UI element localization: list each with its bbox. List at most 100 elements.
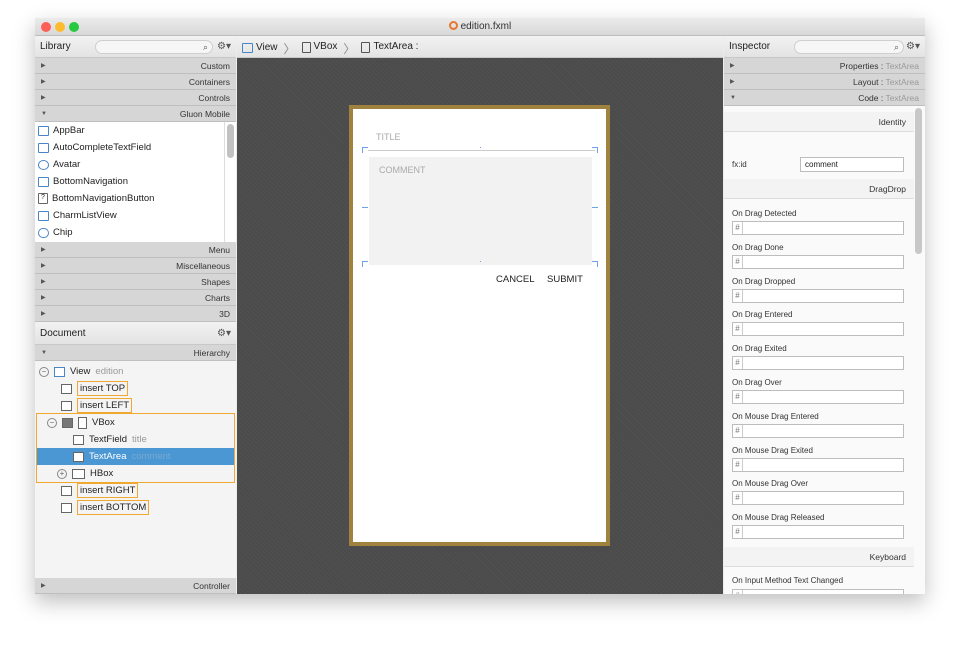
insert-slot-icon [61, 400, 72, 411]
library-item[interactable]: AutoCompleteTextField [38, 139, 151, 156]
event-handler-input[interactable]: # [732, 589, 904, 594]
library-section-charts[interactable]: ▶ Charts [35, 290, 236, 306]
library-item[interactable]: ? BottomNavigationButton [38, 190, 154, 207]
tree-item[interactable]: insert LEFT [61, 397, 133, 414]
gear-menu-icon[interactable]: ⚙▾ [217, 36, 231, 58]
gear-menu-icon[interactable]: ⚙▾ [217, 322, 231, 345]
library-section-3d[interactable]: ▶ 3D [35, 306, 236, 322]
resize-handle[interactable] [480, 261, 481, 267]
controller-section[interactable]: ▶ Controller [35, 578, 236, 594]
section-label: Menu [208, 245, 230, 255]
cancel-button[interactable]: CANCEL [496, 274, 535, 285]
library-section-custom[interactable]: ▶ Custom [35, 58, 236, 74]
library-section-shapes[interactable]: ▶ Shapes [35, 274, 236, 290]
section-label: Miscellaneous [176, 261, 230, 271]
hierarchy-label: Hierarchy [193, 348, 230, 358]
triangle-right-icon: ▶ [41, 295, 46, 301]
event-handler-input[interactable]: # [732, 322, 904, 337]
expand-icon[interactable]: + [57, 468, 67, 479]
event-handler-input[interactable]: # [732, 254, 904, 269]
question-icon: ? [38, 193, 48, 204]
tree-item[interactable]: insert TOP [61, 380, 129, 397]
resize-handle[interactable] [362, 147, 368, 153]
event-handler-input[interactable]: # [732, 525, 904, 540]
inspector-section-properties[interactable]: ▶ Properties : TextArea [724, 58, 925, 74]
minimize-button[interactable] [55, 22, 65, 32]
event-handler-input[interactable]: # [732, 288, 904, 303]
inspector-search-input[interactable]: ⌕ [794, 40, 904, 54]
event-handler-input[interactable]: # [732, 390, 904, 404]
resize-handle[interactable] [480, 147, 481, 153]
library-item[interactable]: AppBar [38, 122, 85, 139]
bottom-navigation-icon [38, 176, 49, 187]
library-item-label: CharmListView [53, 210, 117, 221]
event-label: On Drag Entered [732, 310, 793, 320]
library-section-containers[interactable]: ▶ Containers [35, 74, 236, 90]
breadcrumb: View 〉 VBox 〉 TextArea : [237, 36, 723, 58]
breadcrumb-item[interactable]: View [242, 37, 278, 59]
event-label: On Mouse Drag Over [732, 479, 809, 489]
tree-item[interactable]: − VBox [47, 414, 115, 431]
event-label: On Input Method Text Changed [732, 576, 844, 585]
tree-item[interactable]: TextArea comment [73, 448, 171, 465]
event-label: On Drag Done [732, 242, 784, 252]
section-target: TextArea [885, 93, 919, 103]
tree-item[interactable]: + HBox [57, 465, 113, 482]
hash-prefix: # [733, 391, 743, 403]
inspector-section-layout[interactable]: ▶ Layout : TextArea [724, 74, 925, 90]
library-scrollbar[interactable] [227, 124, 234, 158]
submit-button[interactable]: SUBMIT [547, 274, 583, 285]
inspector-title: Inspector [729, 41, 771, 52]
fxid-input[interactable]: comment [800, 157, 904, 172]
tree-item[interactable]: − View edition [39, 363, 123, 380]
library-section-miscellaneous[interactable]: ▶ Miscellaneous [35, 258, 236, 274]
view-icon [242, 42, 253, 53]
tree-item-label: insert RIGHT [77, 483, 139, 498]
inspector-scrollbar[interactable] [915, 108, 922, 254]
library-item[interactable]: Avatar [38, 156, 80, 173]
zoom-button[interactable] [69, 22, 79, 32]
title-textfield[interactable]: TITLE [368, 129, 595, 151]
event-handler-input[interactable]: # [732, 221, 904, 235]
library-item[interactable]: Chip [38, 224, 73, 241]
scene-builder-window: edition.fxml Library ⌕ ⚙▾ AppBar AutoComp… [35, 18, 925, 594]
tree-item[interactable]: TextField title [73, 431, 147, 448]
library-search-input[interactable]: ⌕ [95, 40, 213, 54]
comment-textarea[interactable]: COMMENT [369, 157, 592, 265]
event-handler-input[interactable]: # [732, 423, 904, 438]
event-label: On Mouse Drag Released [732, 513, 825, 523]
hash-prefix: # [733, 289, 743, 302]
hash-prefix: # [733, 590, 743, 594]
resize-handle[interactable] [592, 207, 598, 213]
triangle-right-icon: ▶ [41, 279, 46, 285]
event-handler-input[interactable]: # [732, 491, 904, 506]
section-label: Layout [852, 77, 879, 87]
collapse-icon[interactable]: − [39, 366, 49, 377]
library-item[interactable]: CharmListView [38, 207, 117, 224]
event-handler-input[interactable]: # [732, 457, 904, 472]
library-title: Library [40, 41, 71, 52]
inspector-section-code[interactable]: ▼ Code : TextArea [724, 90, 925, 106]
event-handler-input[interactable]: # [732, 356, 904, 371]
collapse-icon[interactable]: − [47, 417, 57, 428]
container-icon [62, 417, 73, 428]
hierarchy-section[interactable]: ▼ Hierarchy [35, 345, 236, 361]
breadcrumb-item[interactable]: VBox [301, 36, 337, 58]
tree-item[interactable]: insert RIGHT [61, 482, 139, 499]
library-item[interactable]: BottomNavigation [38, 173, 128, 190]
resize-handle[interactable] [592, 147, 598, 153]
close-button[interactable] [41, 22, 51, 32]
breadcrumb-item[interactable]: TextArea : [361, 36, 418, 58]
resize-handle[interactable] [362, 261, 368, 267]
resize-handle[interactable] [362, 207, 368, 213]
gear-menu-icon[interactable]: ⚙▾ [906, 36, 920, 58]
tree-item[interactable]: insert BOTTOM [61, 499, 150, 516]
library-section-gluon-mobile[interactable]: ▼ Gluon Mobile [35, 106, 236, 122]
design-canvas[interactable]: TITLE COMMENT CANCEL SUBMIT [237, 58, 723, 594]
library-section-menu[interactable]: ▶ Menu [35, 242, 236, 258]
view-icon [54, 366, 65, 377]
resize-handle[interactable] [592, 261, 598, 267]
inspector-header: Inspector ⌕ ⚙▾ [724, 36, 925, 58]
library-section-controls[interactable]: ▶ Controls [35, 90, 236, 106]
triangle-right-icon: ▶ [730, 79, 735, 85]
